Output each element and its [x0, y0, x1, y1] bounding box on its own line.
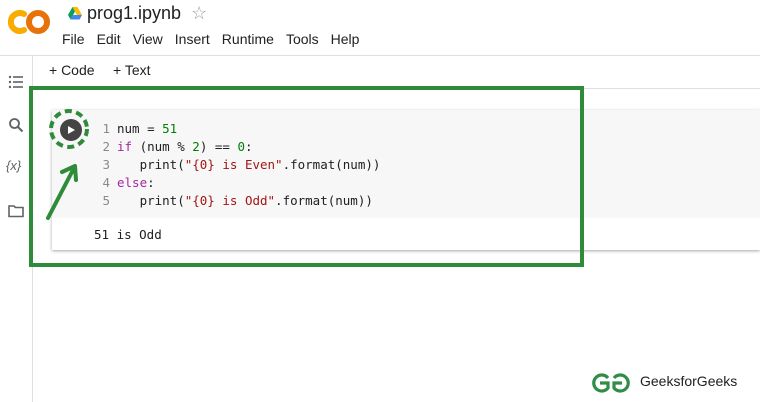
header-divider — [0, 55, 760, 56]
menu-tools[interactable]: Tools — [286, 31, 319, 47]
drive-icon[interactable] — [68, 7, 82, 20]
list-icon[interactable] — [8, 74, 24, 90]
notebook-title[interactable]: prog1.ipynb — [87, 3, 181, 24]
search-icon[interactable] — [8, 117, 24, 133]
menu-help[interactable]: Help — [331, 31, 360, 47]
menu-edit[interactable]: Edit — [97, 31, 121, 47]
add-code-button[interactable]: + Code — [49, 62, 95, 78]
menu-bar: File Edit View Insert Runtime Tools Help — [62, 31, 371, 47]
highlight-box — [29, 86, 584, 267]
geeksforgeeks-logo — [592, 373, 630, 393]
star-icon[interactable]: ☆ — [191, 3, 207, 23]
watermark-text: GeeksforGeeks — [640, 373, 738, 389]
add-text-button[interactable]: + Text — [113, 62, 151, 78]
menu-insert[interactable]: Insert — [175, 31, 210, 47]
variables-icon[interactable]: {x} — [6, 158, 21, 173]
menu-runtime[interactable]: Runtime — [222, 31, 274, 47]
folder-icon[interactable] — [8, 203, 24, 219]
menu-view[interactable]: View — [133, 31, 163, 47]
colab-logo[interactable] — [8, 6, 52, 38]
menu-file[interactable]: File — [62, 31, 85, 47]
